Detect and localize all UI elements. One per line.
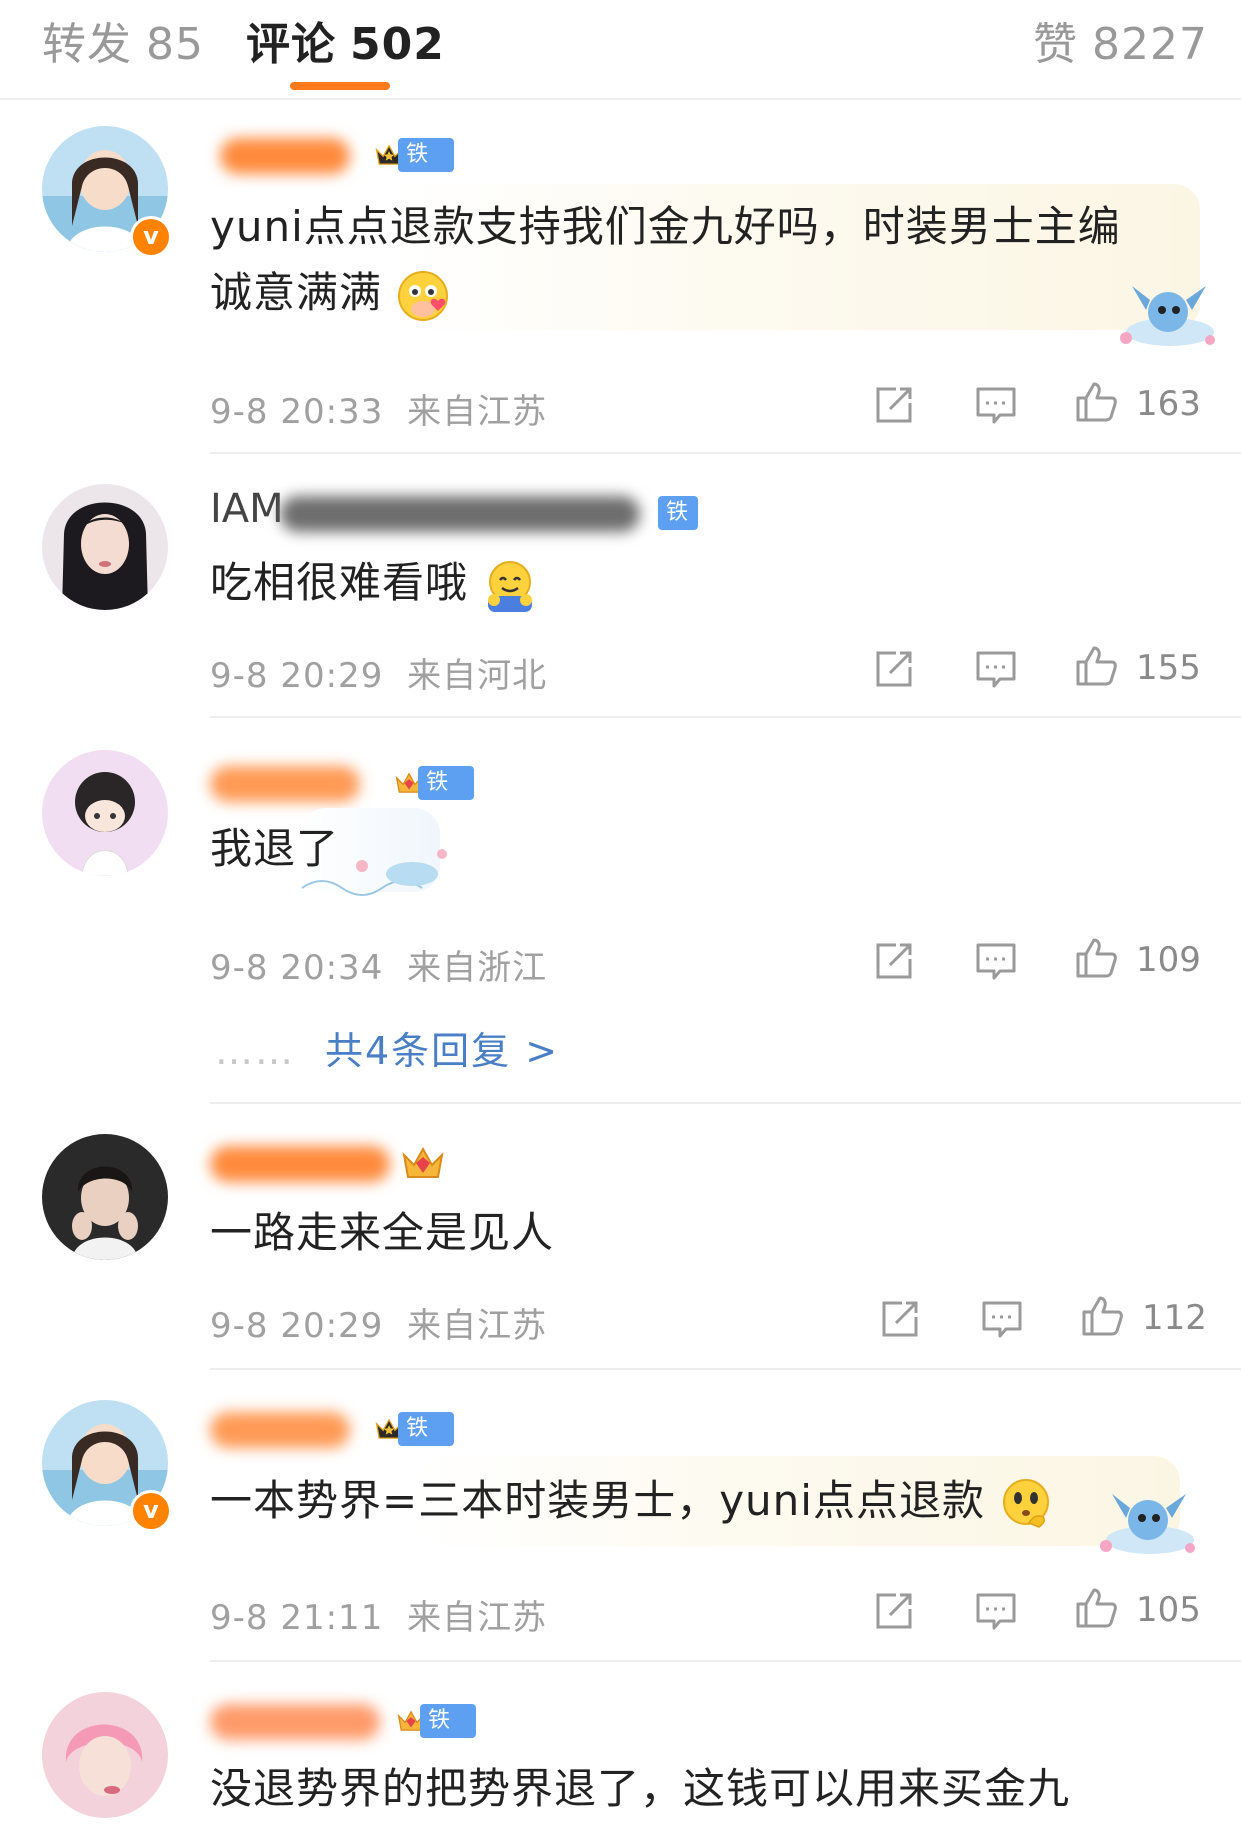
comment-icon[interactable] bbox=[980, 1297, 1024, 1341]
tab-comments-count: 502 bbox=[350, 19, 445, 70]
comment-text: 没退势界的把势界退了，这钱可以用来买金九 bbox=[210, 1756, 1070, 1822]
comment-meta: 9-8 20:34 来自浙江 bbox=[210, 940, 547, 989]
username-redacted[interactable] bbox=[210, 128, 360, 182]
tab-repost[interactable]: 转发 85 bbox=[42, 8, 204, 72]
like-icon[interactable] bbox=[1080, 1294, 1124, 1338]
fan-badge: 铁粉2 bbox=[394, 764, 475, 829]
share-icon[interactable] bbox=[878, 1297, 922, 1341]
like-icon[interactable] bbox=[1074, 936, 1118, 980]
avatar[interactable] bbox=[42, 1692, 168, 1818]
avatar[interactable] bbox=[42, 1134, 168, 1260]
fan-badge-label: 铁粉2 bbox=[398, 138, 455, 201]
comment-text-line: 一路走来全是见人 bbox=[210, 1208, 555, 1257]
hug-emoji-icon bbox=[488, 560, 533, 612]
like-count: 109 bbox=[1136, 940, 1201, 980]
comment-location: 来自江苏 bbox=[407, 1598, 548, 1638]
comment-location: 来自浙江 bbox=[407, 948, 548, 988]
comment-icon[interactable] bbox=[974, 939, 1018, 983]
share-icon[interactable] bbox=[872, 647, 916, 691]
comment-icon[interactable] bbox=[974, 383, 1018, 427]
username-redacted[interactable] bbox=[210, 756, 370, 810]
fan-badge-label: 铁粉2 bbox=[420, 1704, 477, 1767]
fan-badge-label: 铁粉2 bbox=[398, 1412, 455, 1475]
replies-ellipsis: …… bbox=[215, 1029, 295, 1073]
replies-label: 共4条回复 > bbox=[325, 1029, 560, 1073]
comment-time: 9-8 20:29 bbox=[210, 1306, 384, 1346]
like-count: 155 bbox=[1136, 648, 1201, 688]
username-redacted[interactable] bbox=[210, 1402, 360, 1456]
avatar[interactable] bbox=[42, 750, 168, 876]
comment-text-line2: 诚意满满 bbox=[210, 260, 1121, 326]
share-icon[interactable] bbox=[872, 939, 916, 983]
comment-text-line: 吃相很难看哦 bbox=[210, 558, 469, 607]
divider bbox=[210, 1660, 1241, 1662]
verified-icon: v bbox=[130, 216, 172, 258]
fan-badge: 铁粉2 bbox=[396, 1702, 477, 1767]
comment-text: 一本势界=三本时装男士，yuni点点退款 bbox=[210, 1468, 1053, 1534]
like-icon[interactable] bbox=[1074, 380, 1118, 424]
like-count: 112 bbox=[1142, 1298, 1207, 1338]
username-redacted[interactable] bbox=[210, 1694, 390, 1748]
comment-icon[interactable] bbox=[974, 647, 1018, 691]
tab-repost-label: 转发 bbox=[42, 19, 132, 70]
comment-text: yuni点点退款支持我们金九好吗，时装男士主编 诚意满满 bbox=[210, 194, 1121, 326]
divider bbox=[210, 716, 1241, 718]
avatar[interactable] bbox=[42, 484, 168, 610]
tab-repost-count: 85 bbox=[146, 19, 204, 70]
tab-likes-label: 赞 bbox=[1033, 19, 1078, 70]
fan-badge: 铁粉2 bbox=[374, 1410, 455, 1475]
comment-location: 来自河北 bbox=[407, 656, 548, 696]
comment-icon[interactable] bbox=[974, 1589, 1018, 1633]
fan-badge bbox=[400, 1144, 446, 1182]
comment-text-line: 一本势界=三本时装男士，yuni点点退款 bbox=[210, 1476, 985, 1525]
tab-likes[interactable]: 赞 8227 bbox=[1033, 8, 1208, 72]
comment-time: 9-8 20:34 bbox=[210, 948, 384, 988]
tab-comments-label: 评论 bbox=[246, 19, 336, 70]
like-icon[interactable] bbox=[1074, 1586, 1118, 1630]
comment-text-line2-text: 诚意满满 bbox=[210, 268, 383, 317]
username-visible-part[interactable]: IAM bbox=[210, 486, 284, 532]
divider bbox=[210, 1102, 1241, 1104]
fan-badge: 铁粉2 bbox=[374, 136, 455, 201]
comment-text: 吃相很难看哦 bbox=[210, 550, 538, 616]
touched-emoji-icon bbox=[398, 270, 449, 321]
tab-comments[interactable]: 评论 502 bbox=[246, 8, 445, 72]
comment-time: 9-8 21:11 bbox=[210, 1598, 384, 1638]
comment-location: 来自江苏 bbox=[407, 1306, 548, 1346]
username-redacted[interactable] bbox=[280, 486, 640, 540]
mascot-icon bbox=[1120, 286, 1215, 346]
fan-badge-label: 铁粉1 bbox=[658, 496, 699, 593]
thinking-emoji-icon bbox=[1003, 1478, 1050, 1528]
comment-text-line: 没退势界的把势界退了，这钱可以用来买金九 bbox=[210, 1764, 1071, 1813]
comment-text-line: yuni点点退款支持我们金九好吗，时装男士主编 bbox=[210, 202, 1121, 251]
active-tab-indicator bbox=[290, 82, 390, 90]
mascot-icon bbox=[1100, 1494, 1195, 1554]
verified-icon: v bbox=[130, 1490, 172, 1532]
fan-badge: 铁粉1 bbox=[658, 494, 699, 593]
comment-time: 9-8 20:33 bbox=[210, 392, 384, 432]
comment-tabs: 转发 85 评论 502 赞 8227 bbox=[0, 0, 1241, 100]
username-redacted[interactable] bbox=[210, 1136, 400, 1190]
share-icon[interactable] bbox=[872, 1589, 916, 1633]
like-count: 105 bbox=[1136, 1590, 1201, 1630]
share-icon[interactable] bbox=[872, 383, 916, 427]
like-icon[interactable] bbox=[1074, 644, 1118, 688]
comment-text: 一路走来全是见人 bbox=[210, 1200, 554, 1266]
divider bbox=[210, 1368, 1241, 1370]
comment-location: 来自江苏 bbox=[407, 392, 548, 432]
comment-meta: 9-8 20:33 来自江苏 bbox=[210, 384, 547, 433]
fan-badge-label: 铁粉2 bbox=[418, 766, 475, 829]
tab-likes-count: 8227 bbox=[1092, 19, 1208, 70]
comment-text-line: 我退了 bbox=[210, 824, 340, 873]
divider bbox=[210, 452, 1241, 454]
comment-meta: 9-8 21:11 来自江苏 bbox=[210, 1590, 547, 1639]
comment-meta: 9-8 20:29 来自河北 bbox=[210, 648, 547, 697]
comment-meta: 9-8 20:29 来自江苏 bbox=[210, 1298, 547, 1347]
like-count: 163 bbox=[1136, 384, 1201, 424]
view-replies-link[interactable]: …… 共4条回复 > bbox=[215, 1020, 559, 1075]
comment-text: 我退了 bbox=[210, 816, 339, 882]
crown-icon bbox=[400, 1143, 446, 1183]
comment-time: 9-8 20:29 bbox=[210, 656, 384, 696]
